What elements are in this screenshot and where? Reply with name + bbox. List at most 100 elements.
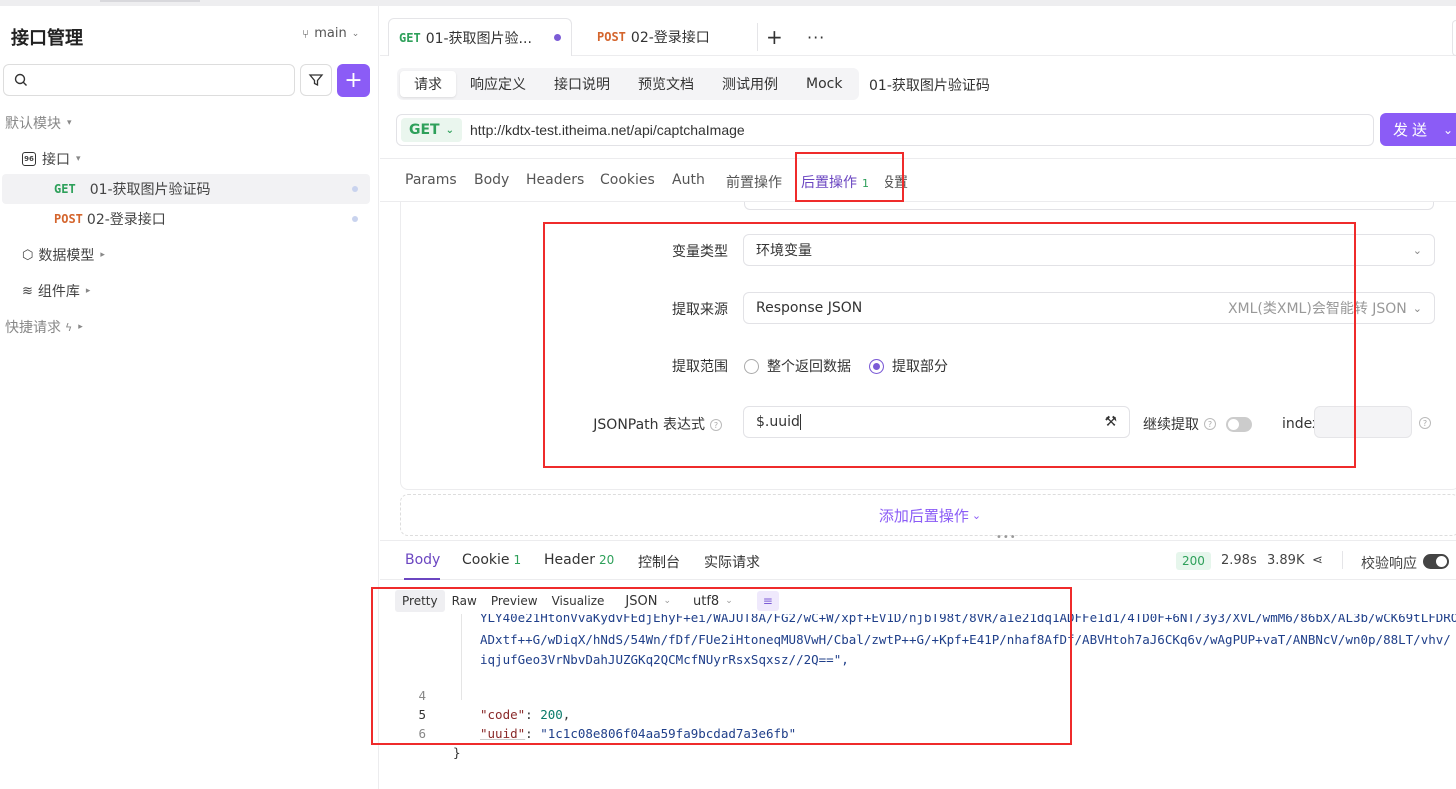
subtab-test-cases[interactable]: 测试用例 [708,71,792,97]
subtab-preview-doc[interactable]: 预览文档 [624,71,708,97]
tree-components[interactable]: ≋ 组件库 ▸ [0,276,370,306]
previous-field [744,202,1434,210]
tree-label: 数据模型 [38,248,95,264]
add-button[interactable]: + [337,64,370,97]
source-select[interactable]: Response JSON XML(类XML)会智能转 JSON ⌄ [743,292,1435,324]
var-type-label: 变量类型 [672,244,728,260]
encoding-value: utf8 [693,593,720,609]
radio-label: 提取部分 [892,359,948,375]
format-preview[interactable]: Preview [484,590,545,612]
resp-tab-cookie[interactable]: Cookie 1 [462,552,521,568]
sidebar: 接口管理 ⑂ main ⌄ + 默认模块 ▾ 96 接口 ▾ GET 01-获取图片… [0,6,379,789]
method-badge: GET [54,182,76,196]
tab-body[interactable]: Body [474,172,509,188]
tab-bar: GET 01-获取图片验... POST 02-登录接口 + ··· [380,6,1456,56]
subtab-response-def[interactable]: 响应定义 [456,71,540,97]
method-select[interactable]: GET ⌄ [401,118,462,142]
tab-label: 后置操作 [801,175,857,191]
tab-count-badge: 1 [513,553,522,567]
more-tabs-button[interactable]: ··· [807,18,825,56]
plus-icon: + [766,25,783,49]
lightning-icon: ϟ [65,320,73,334]
var-type-select[interactable]: 环境变量 ⌄ [743,234,1435,266]
subtab-mock[interactable]: Mock [792,71,856,97]
send-button[interactable]: 发送 ⌄ [1380,113,1456,146]
sidebar-item-post-login[interactable]: POST 02-登录接口 [0,204,370,234]
status-dot [352,186,358,192]
tab-pre-ops[interactable]: 前置操作 [726,172,782,192]
sidebar-title: 接口管理 [11,28,83,49]
search-box[interactable] [3,64,295,96]
resp-tab-body[interactable]: Body [405,552,440,568]
tab-auth[interactable]: Auth [672,172,705,188]
json-value: "1c1c08e806f04aa59fa9bcdad7a3e6fb" [540,726,797,741]
caret-icon: ▸ [85,286,91,296]
index-input[interactable] [1314,406,1412,438]
layers-icon: ≋ [22,283,33,299]
subtab-api-desc[interactable]: 接口说明 [540,71,624,97]
chevron-down-icon: ⌄ [971,508,982,522]
method-badge: POST [54,212,83,226]
method-badge: GET [399,30,421,45]
text-cursor [799,414,801,430]
method-value: GET [409,122,440,138]
resp-tab-console[interactable]: 控制台 [638,552,680,572]
code-text: YLY40e21HtonVvaKydvFEdjEhyF+ei/WAJUT8A/F… [480,614,1456,625]
branch-selector[interactable]: ⑂ main ⌄ [302,26,359,41]
subtab-request[interactable]: 请求 [400,71,456,97]
tab-label: 02-登录接口 [630,30,710,46]
jsonpath-input[interactable]: $.uuid ⚒ [743,406,1130,438]
tab-cookies[interactable]: Cookies [600,172,655,188]
tab-settings[interactable]: 设置 [885,172,908,192]
tree-default-module[interactable]: 默认模块 ▾ [0,108,370,138]
tab-post-login[interactable]: POST 02-登录接口 [597,18,710,56]
resp-tab-header[interactable]: Header 20 [544,552,614,568]
code-line: 5 "uuid": "1c1c08e806f04aa59fa9bcdad7a3e… [380,686,1280,741]
lang-select[interactable]: JSON ⌄ [625,594,671,609]
tab-label: Header [544,552,595,568]
continue-toggle[interactable] [1226,416,1252,432]
radio-scope-all[interactable] [744,358,759,374]
active-tab-indicator [404,578,440,580]
wrap-lines-icon[interactable]: ≡ [756,591,779,611]
method-badge: POST [597,30,626,44]
tab-get-captcha[interactable]: GET 01-获取图片验... [388,18,572,56]
filter-button[interactable] [300,64,332,96]
resp-tab-actual[interactable]: 实际请求 [704,552,760,572]
code-text: ADxtf++G/wDiqX/hNdS/54Wn/fDf/FUe2iHtoneq… [480,632,1451,647]
add-post-op-label: 添加后置操作 [878,506,969,525]
new-tab-button[interactable]: + [757,23,783,51]
var-type-value: 环境变量 [756,243,812,259]
tab-headers[interactable]: Headers [526,172,584,188]
api-doc-name[interactable]: 01-获取图片验证码 [869,75,990,95]
format-raw[interactable]: Raw [445,590,484,612]
validate-toggle[interactable] [1423,554,1449,569]
format-visualize[interactable]: Visualize [545,590,612,612]
help-icon: ? [1204,418,1216,430]
url-input[interactable] [470,122,1350,138]
caret-icon: ▾ [76,154,81,164]
hammer-icon[interactable]: ⚒ [1104,414,1117,430]
chevron-down-icon: ⌄ [725,596,733,606]
source-value: Response JSON [756,300,863,316]
status-badge: 200 [1176,552,1211,570]
radio-scope-part[interactable] [869,358,884,374]
tree-quick-requests[interactable]: 快捷请求 ϟ ▸ [0,312,370,342]
api-name: 02-登录接口 [86,212,166,228]
encoding-select[interactable]: utf8 ⌄ [693,594,733,609]
tree-api-folder[interactable]: 96 接口 ▾ [0,144,370,174]
tab-params[interactable]: Params [405,172,457,188]
caret-icon: ▾ [67,118,72,128]
tab-post-ops[interactable]: 后置操作 1 [801,172,869,192]
tree-data-models[interactable]: ⬡ 数据模型 ▸ [0,240,370,270]
code-text: } [453,745,461,760]
sidebar-item-get-captcha[interactable]: GET 01-获取图片验证码 [2,174,370,204]
param-tabs: Params Body Headers Cookies Auth 前置操作 后置… [380,158,1456,202]
response-body-code[interactable]: YLY40e21HtonVvaKydvFEdjEhyF+ei/WAJUT8A/F… [380,614,1456,789]
format-pretty[interactable]: Pretty [395,590,445,612]
share-icon[interactable]: ⋖ [1312,553,1323,568]
send-label: 发送 [1393,121,1432,139]
add-post-op-button[interactable]: 添加后置操作 ⌄ [400,494,1456,536]
tree-label: 默认模块 [5,116,61,132]
search-input[interactable] [34,72,294,88]
